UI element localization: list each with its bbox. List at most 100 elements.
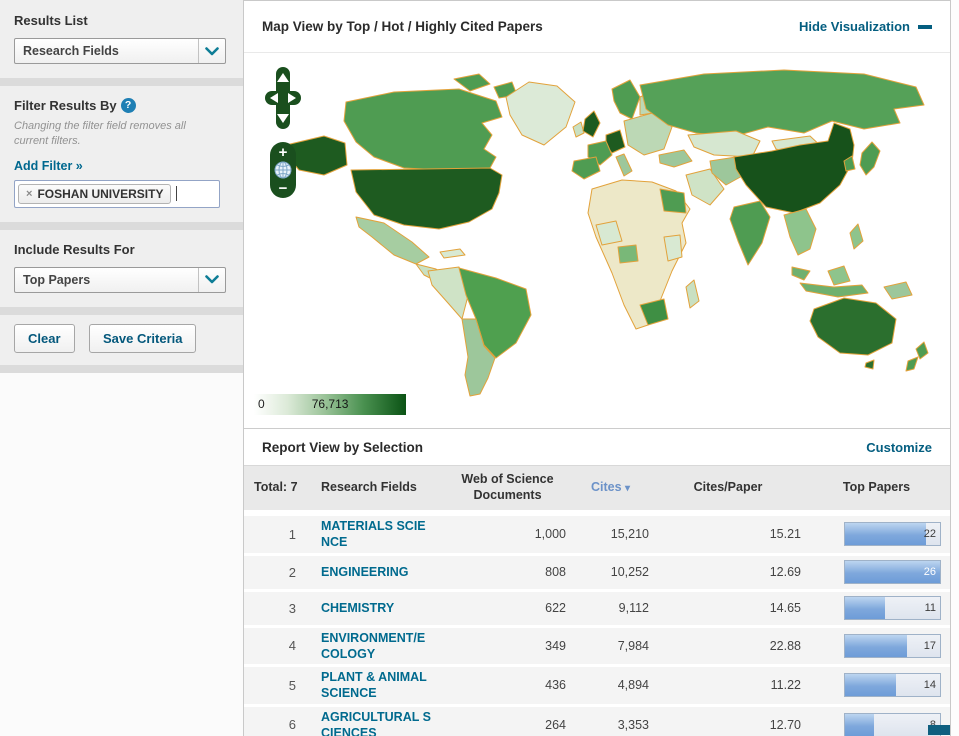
country-usa[interactable] bbox=[350, 167, 503, 230]
map-zoom-control[interactable]: + − bbox=[269, 141, 297, 199]
save-criteria-button[interactable]: Save Criteria bbox=[88, 323, 197, 353]
results-list-selected-value: Research Fields bbox=[23, 44, 119, 58]
column-header-wos-documents: Web of Science Documents bbox=[461, 472, 554, 502]
choropleth-world-map bbox=[285, 69, 929, 397]
table-row: 3 CHEMISTRY 622 9,112 14.65 11 bbox=[244, 591, 950, 625]
row-wos-documents: 349 bbox=[545, 638, 566, 653]
customize-link[interactable]: Customize bbox=[866, 440, 932, 455]
hide-visualization-minus-icon bbox=[918, 24, 932, 29]
research-field-anchor[interactable]: CHEMISTRY bbox=[321, 601, 394, 615]
country-egypt[interactable] bbox=[659, 188, 687, 214]
country-spain[interactable] bbox=[571, 156, 601, 180]
research-field-link[interactable]: PLANT & ANIMAL SCIENCE bbox=[308, 667, 433, 704]
help-icon[interactable]: ? bbox=[120, 98, 136, 113]
top-papers-value: 17 bbox=[923, 639, 936, 652]
hide-visualization-link[interactable]: Hide Visualization bbox=[799, 19, 932, 34]
top-papers-value: 11 bbox=[924, 602, 936, 614]
region-caribbean[interactable] bbox=[439, 248, 466, 259]
row-wos-documents: 264 bbox=[545, 717, 566, 732]
sidebar-divider bbox=[0, 78, 243, 86]
table-row: 4 ENVIRONMENT/ECOLOGY 349 7,984 22.88 17 bbox=[244, 627, 950, 665]
filter-results-heading: Filter Results By? bbox=[14, 98, 229, 113]
top-papers-bar-fill bbox=[845, 523, 926, 546]
country-madagascar[interactable] bbox=[685, 279, 700, 309]
region-indochina[interactable] bbox=[783, 208, 817, 256]
remove-tag-icon[interactable]: × bbox=[26, 188, 32, 200]
clear-button[interactable]: Clear bbox=[14, 323, 75, 353]
research-field-anchor[interactable]: AGRICULTURAL SCIENCES bbox=[321, 710, 431, 736]
country-malaysia[interactable] bbox=[791, 266, 811, 281]
zoom-out-icon[interactable]: − bbox=[279, 180, 288, 197]
zoom-in-icon[interactable]: + bbox=[279, 144, 288, 161]
country-ireland[interactable] bbox=[572, 121, 585, 138]
filter-input[interactable]: × FOSHAN UNIVERSITY bbox=[14, 179, 220, 208]
island-tasmania[interactable] bbox=[864, 359, 875, 370]
row-rank: 6 bbox=[288, 717, 296, 733]
country-italy[interactable] bbox=[615, 153, 633, 177]
region-scandinavia[interactable] bbox=[611, 79, 641, 120]
country-arctic-islands[interactable] bbox=[453, 73, 491, 92]
country-india[interactable] bbox=[729, 200, 771, 266]
research-field-link[interactable]: ENGINEERING bbox=[308, 562, 433, 582]
row-top-papers-cell: 17 bbox=[803, 633, 950, 658]
research-field-link[interactable]: AGRICULTURAL SCIENCES bbox=[308, 707, 433, 736]
table-row: 6 AGRICULTURAL SCIENCES 264 3,353 12.70 … bbox=[244, 706, 950, 736]
research-field-link[interactable]: CHEMISTRY bbox=[308, 598, 433, 618]
column-header-cites-sort[interactable]: Cites ▾ bbox=[568, 480, 653, 496]
island-borneo[interactable] bbox=[827, 265, 851, 286]
row-cites: 4,894 bbox=[617, 678, 649, 693]
country-australia[interactable] bbox=[809, 297, 897, 356]
top-papers-bar-fill bbox=[845, 634, 907, 657]
research-field-anchor[interactable]: ENVIRONMENT/ECOLOGY bbox=[321, 631, 425, 661]
top-papers-bar-fill bbox=[845, 674, 897, 697]
row-rank: 4 bbox=[288, 638, 296, 654]
results-list-heading: Results List bbox=[14, 13, 88, 28]
country-china[interactable] bbox=[733, 122, 855, 214]
row-cites: 10,252 bbox=[610, 565, 649, 579]
add-filter-link[interactable]: Add Filter » bbox=[14, 159, 83, 173]
sort-descending-icon: ▾ bbox=[625, 483, 631, 495]
country-russia[interactable] bbox=[639, 69, 925, 138]
research-field-anchor[interactable]: ENGINEERING bbox=[321, 565, 409, 579]
hide-visualization-label: Hide Visualization bbox=[798, 19, 910, 34]
country-new-zealand[interactable] bbox=[915, 341, 929, 360]
country-kazakhstan[interactable] bbox=[687, 130, 761, 158]
filter-results-label: Filter Results By bbox=[14, 98, 117, 113]
include-results-select[interactable]: Top Papers bbox=[14, 266, 226, 293]
country-japan[interactable] bbox=[859, 141, 881, 176]
country-greenland[interactable] bbox=[505, 81, 576, 146]
results-list-section: Results List Research Fields bbox=[0, 0, 243, 78]
results-list-select[interactable]: Research Fields bbox=[14, 38, 226, 64]
footer-bar-edge bbox=[928, 725, 950, 735]
research-field-anchor[interactable]: MATERIALS SCIENCE bbox=[321, 519, 426, 549]
column-header-cites-per-paper: Cites/Paper bbox=[693, 480, 763, 495]
country-new-zealand[interactable] bbox=[905, 356, 919, 372]
research-field-anchor[interactable]: PLANT & ANIMAL SCIENCE bbox=[321, 670, 427, 700]
table-row: 2 ENGINEERING 808 10,252 12.69 26 bbox=[244, 555, 950, 589]
country-philippines[interactable] bbox=[849, 223, 864, 250]
chevron-down-icon bbox=[198, 39, 225, 63]
sidebar-actions-section: Clear Save Criteria bbox=[0, 314, 243, 365]
island-new-guinea[interactable] bbox=[883, 281, 913, 300]
map-navigation-controls: + − bbox=[264, 67, 302, 199]
table-row: 1 MATERIALS SCIENCE 1,000 15,210 15.21 2… bbox=[244, 516, 950, 553]
sidebar-divider bbox=[0, 364, 243, 373]
country-nigeria[interactable] bbox=[617, 244, 639, 264]
country-turkey[interactable] bbox=[658, 149, 693, 168]
row-wos-documents: 808 bbox=[545, 565, 566, 579]
map-pan-control[interactable] bbox=[264, 67, 302, 129]
country-canada[interactable] bbox=[343, 88, 503, 171]
chevron-down-icon bbox=[198, 267, 225, 292]
country-uk[interactable] bbox=[582, 110, 601, 138]
row-wos-documents: 1,000 bbox=[534, 527, 566, 542]
top-papers-bar: 26 bbox=[844, 560, 941, 584]
total-count-label: Total: 7 bbox=[254, 480, 298, 495]
scale-max-label: 76,713 bbox=[311, 397, 349, 411]
row-rank: 5 bbox=[288, 677, 296, 693]
row-cites-per-paper: 11.22 bbox=[770, 678, 801, 693]
research-field-link[interactable]: MATERIALS SCIENCE bbox=[308, 516, 433, 553]
row-cites: 3,353 bbox=[617, 717, 649, 732]
choropleth-color-scale: 0 76,713 bbox=[254, 394, 406, 415]
row-rank: 3 bbox=[288, 600, 296, 616]
research-field-link[interactable]: ENVIRONMENT/ECOLOGY bbox=[308, 628, 433, 665]
